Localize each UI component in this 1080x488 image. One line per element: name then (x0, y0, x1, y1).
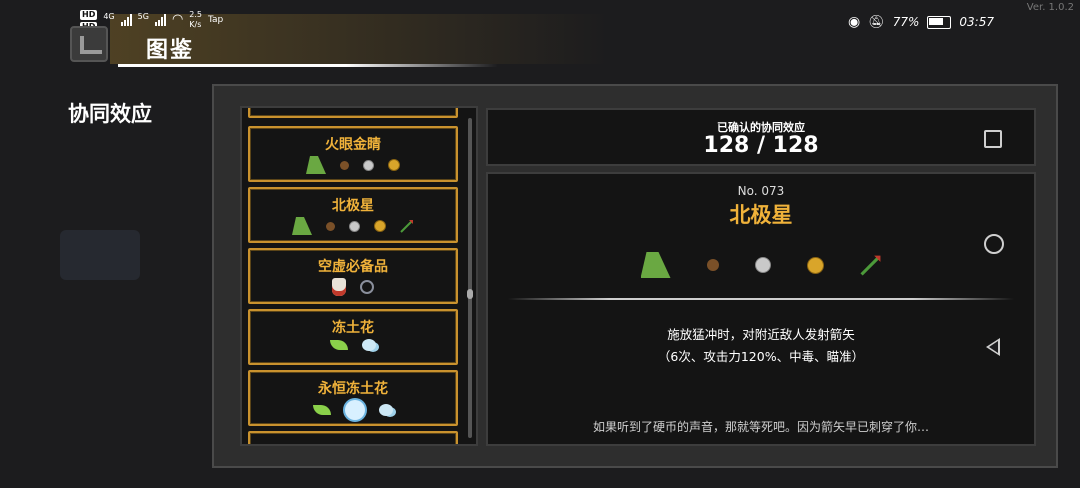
status-right: ◉ 🔕︎ 77% 03:57 (848, 14, 994, 30)
list-item-partial[interactable] (248, 431, 458, 444)
item-name: 冻土花 (332, 320, 374, 336)
frost-icon (362, 339, 376, 351)
description-line: （6次、攻击力120%、中毒、瞄准） (657, 349, 865, 364)
scroll-thumb[interactable] (467, 289, 473, 299)
arrow-icon (400, 220, 413, 233)
cloak-icon (292, 217, 312, 235)
battery-icon (927, 15, 952, 29)
section-title: 协同效应 (68, 102, 152, 126)
frost-icon (379, 404, 393, 416)
hook-icon (360, 280, 374, 294)
list-item-partial[interactable] (248, 108, 458, 118)
item-name: 空虚必备品 (318, 259, 388, 275)
item-icons (250, 339, 456, 351)
speed-unit: K/s (189, 20, 202, 29)
mask-icon (332, 278, 346, 296)
gold-coin-icon (374, 220, 386, 232)
battery-percent: 77% (892, 15, 920, 29)
title-underline (118, 64, 498, 67)
wifi-icon: ◠ (171, 12, 184, 27)
signal-icon (120, 14, 132, 26)
acorn-icon (706, 259, 719, 271)
list-item[interactable]: 北极星 (248, 187, 458, 243)
net-5g-label: 5G (137, 12, 149, 21)
synergy-count-box: 已确认的协同效应 128 / 128 (486, 108, 1036, 166)
clock: 03:57 (959, 15, 994, 29)
acorn-icon (326, 221, 335, 231)
net-speed: 2.5 K/s (189, 10, 202, 30)
item-name: 北极星 (332, 198, 374, 214)
mute-bell-icon: 🔕︎ (868, 14, 885, 30)
leaf-icon (313, 405, 331, 415)
item-name: 火眼金睛 (325, 137, 381, 153)
leaf-icon (330, 340, 348, 350)
item-name: 永恒冻土花 (318, 381, 388, 397)
background-scene (60, 230, 140, 280)
silver-coin-icon (363, 159, 374, 171)
cloak-icon (640, 252, 671, 278)
cloak-icon (306, 156, 326, 174)
list-item[interactable]: 火眼金睛 (248, 126, 458, 182)
back-nav-button[interactable] (986, 338, 1000, 356)
item-icons (250, 278, 456, 296)
item-icons (250, 217, 456, 235)
recent-apps-button[interactable] (984, 130, 1002, 148)
synergy-list[interactable]: 火眼金睛 北极星 空虚必备品 冻土花 永恒冻土花 (240, 106, 478, 446)
item-icons (250, 156, 456, 174)
tap-label: Tap (208, 15, 224, 25)
speed-value: 2.5 (189, 10, 203, 19)
count-value: 128 / 128 (703, 133, 819, 158)
detail-divider (508, 298, 1014, 300)
back-button-icon[interactable] (70, 26, 108, 62)
description-line: 施放猛冲时，对附近敌人发射箭矢 (667, 327, 855, 342)
flavor-text: 如果听到了硬币的声音，那就等死吧。因为箭矢早已刺穿了你… (592, 420, 929, 434)
arrow-icon (859, 255, 880, 276)
list-scrollbar[interactable] (467, 118, 473, 438)
detail-name: 北极星 (729, 203, 793, 227)
signal-icon (154, 14, 166, 26)
list-item[interactable]: 永恒冻土花 (248, 370, 458, 426)
detail-description: 施放猛冲时，对附近敌人发射箭矢 （6次、攻击力120%、中毒、瞄准） (488, 324, 1034, 368)
detail-icons (488, 245, 1034, 285)
gold-coin-icon (388, 159, 400, 171)
silver-coin-icon (349, 220, 360, 232)
frost-orb-icon (345, 400, 365, 420)
item-icons (250, 400, 456, 420)
hd-badge: HD (80, 10, 98, 20)
silver-coin-icon (754, 257, 771, 273)
synergy-detail: No. 073 北极星 施放猛冲时，对附近敌人发射箭矢 （6次、攻击力120%、… (486, 172, 1036, 446)
list-item[interactable]: 空虚必备品 (248, 248, 458, 304)
list-item[interactable]: 冻土花 (248, 309, 458, 365)
detail-number: No. 073 (737, 184, 785, 198)
acorn-icon (340, 160, 349, 170)
gold-coin-icon (806, 256, 824, 274)
net-4g-label: 4G (103, 12, 115, 21)
version-label: Ver. 1.0.2 (1026, 2, 1074, 13)
codex-panel: 火眼金睛 北极星 空虚必备品 冻土花 永恒冻土花 已确认的协同效应 128 / … (212, 84, 1058, 468)
page-title: 图鉴 (146, 38, 195, 63)
home-button[interactable] (984, 234, 1004, 254)
eye-icon: ◉ (848, 14, 861, 30)
